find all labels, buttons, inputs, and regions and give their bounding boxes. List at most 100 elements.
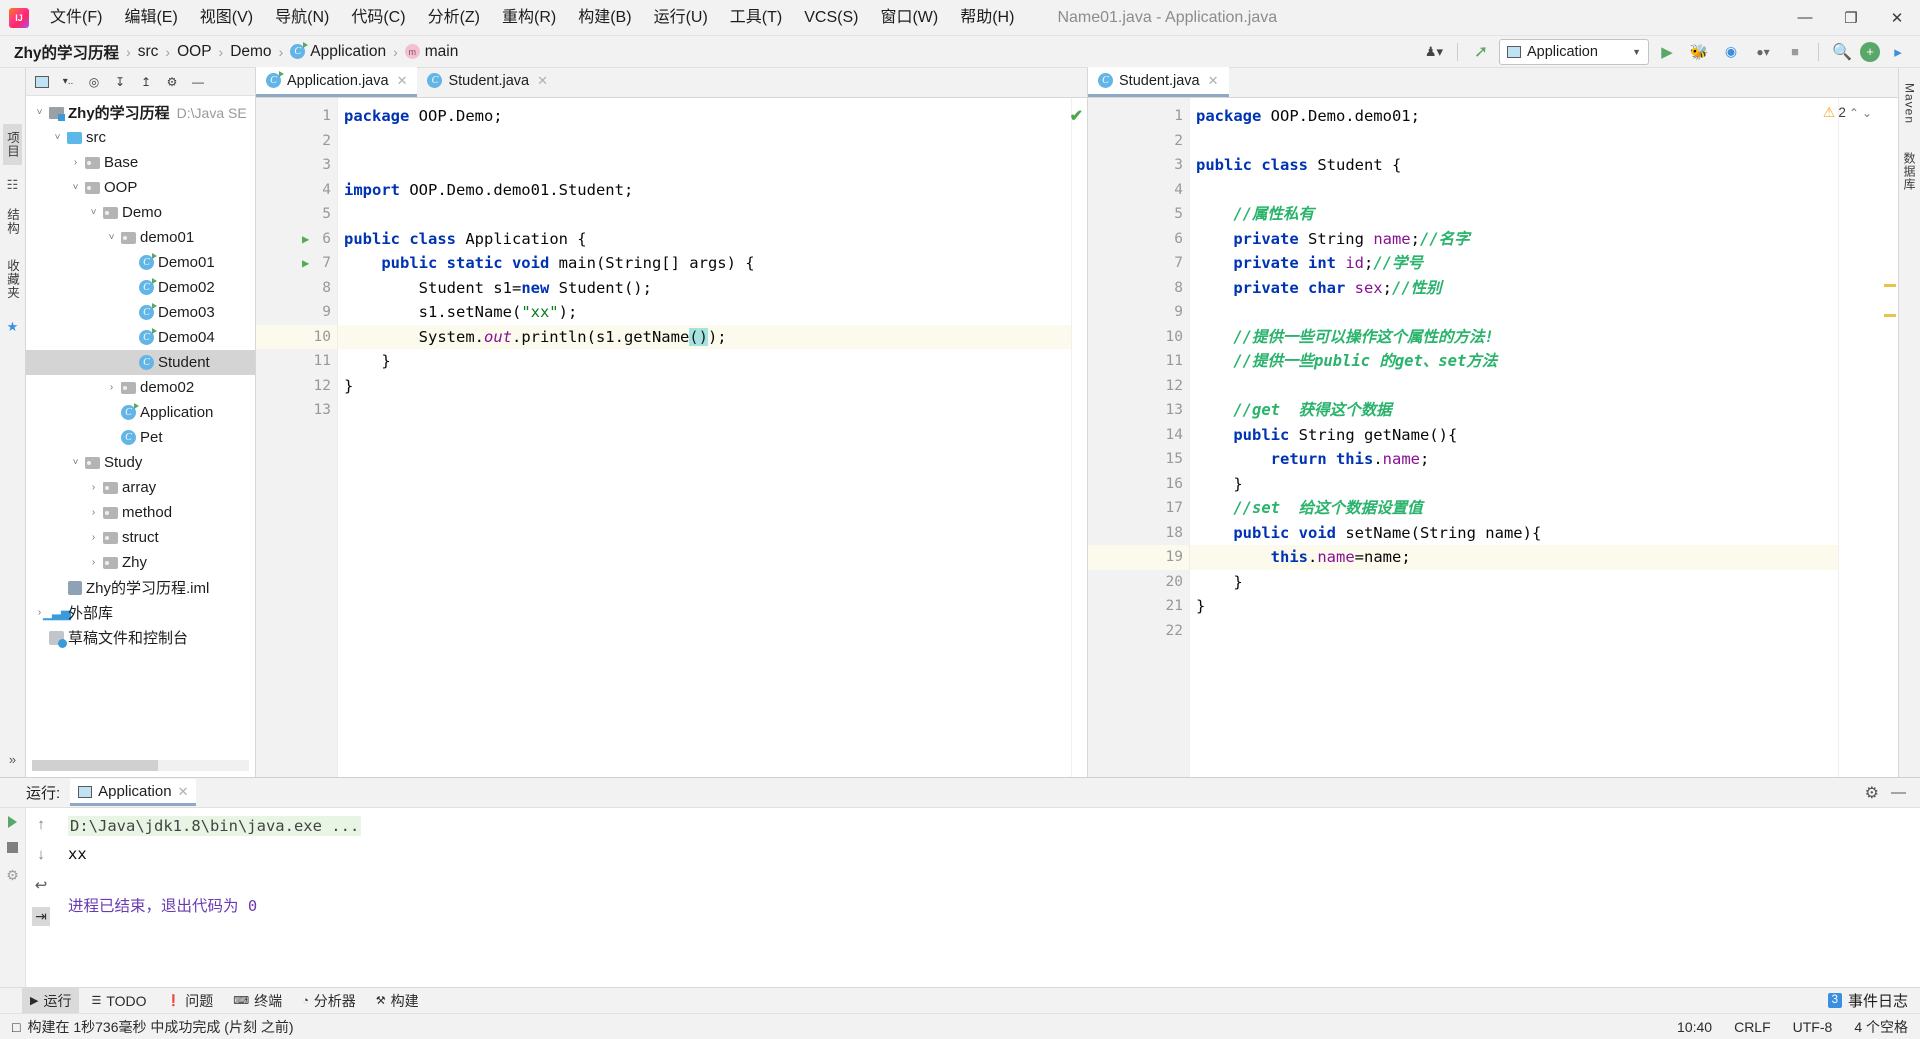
chevron-right-icon[interactable]: › — [86, 532, 101, 543]
code-line[interactable]: private String name;//名字 — [1190, 227, 1838, 252]
code-line[interactable]: public class Application { — [338, 227, 1071, 252]
gutter-line[interactable]: ▶ 6 — [256, 227, 337, 252]
gutter-line[interactable]: 5 — [1088, 202, 1189, 227]
gutter-line[interactable]: ╲11 — [1088, 349, 1201, 374]
tree-node[interactable]: › Base — [26, 150, 255, 175]
code-line[interactable]: } — [1190, 472, 1838, 497]
tree-node[interactable]: ˅ src — [26, 125, 255, 150]
marker-stripe-warning[interactable] — [1884, 284, 1896, 287]
stop-icon[interactable] — [7, 842, 18, 853]
gutter-line[interactable]: 2 — [256, 129, 337, 154]
locate-icon[interactable]: ◎ — [82, 71, 106, 93]
scroll-down-icon[interactable]: ↓ — [37, 846, 45, 863]
tree-node[interactable]: › array — [26, 475, 255, 500]
chevron-down-icon[interactable]: ⌄ — [1862, 106, 1872, 120]
tree-node[interactable]: C Demo02 — [26, 275, 255, 300]
statusbar-tool-build[interactable]: ⚒ 构建 — [368, 988, 427, 1014]
breadcrumb-item-demo[interactable]: Demo — [226, 41, 275, 63]
menu-tools[interactable]: 工具(T) — [719, 4, 793, 32]
tree-node[interactable]: C Application — [26, 400, 255, 425]
chevron-right-icon[interactable]: › — [86, 507, 101, 518]
menu-analyze[interactable]: 分析(Z) — [417, 4, 491, 32]
soft-wrap-icon[interactable]: ↩ — [35, 876, 48, 894]
code-line[interactable]: private char sex;//性别 — [1190, 276, 1838, 301]
close-button[interactable]: ✕ — [1874, 0, 1920, 36]
tree-node[interactable]: C Student — [26, 350, 255, 375]
source-code-left[interactable]: package OOP.Demo; import OOP.Demo.demo01… — [338, 98, 1071, 777]
code-line[interactable]: } — [1190, 594, 1838, 619]
hide-pane-icon[interactable]: — — [186, 71, 210, 93]
scroll-up-icon[interactable]: ↑ — [37, 816, 45, 833]
rerun-icon[interactable] — [8, 816, 17, 828]
gutter-line[interactable]: 7 — [1088, 251, 1189, 276]
breadcrumb-item-project[interactable]: Zhy的学习历程 — [10, 39, 123, 65]
code-line[interactable]: import OOP.Demo.demo01.Student; — [338, 178, 1071, 203]
breadcrumb-item-oop[interactable]: OOP — [173, 41, 215, 63]
tool-window-maven[interactable]: Maven — [1903, 76, 1917, 131]
updates-icon[interactable]: + — [1860, 41, 1880, 62]
code-line[interactable]: public class Student { — [1190, 153, 1838, 178]
gutter-line[interactable]: 1 — [1088, 104, 1189, 129]
tree-node[interactable]: C Pet — [26, 425, 255, 450]
gutter-line[interactable]: 10 — [256, 324, 337, 349]
tree-node[interactable]: C Demo04 — [26, 325, 255, 350]
source-code-right[interactable]: package OOP.Demo.demo01; public class St… — [1190, 98, 1838, 777]
run-configuration-selector[interactable]: Application ▼ — [1499, 38, 1649, 65]
menu-build[interactable]: 构建(B) — [567, 4, 642, 32]
gutter-line[interactable]: 21 — [1088, 594, 1189, 619]
gutter-line[interactable]: 22 — [1088, 619, 1189, 644]
run-gutter-icon[interactable]: ▶ — [302, 256, 309, 270]
code-line[interactable] — [1190, 619, 1838, 644]
menu-run[interactable]: 运行(U) — [643, 4, 719, 32]
gutter-line[interactable]: 3 — [1088, 153, 1189, 178]
tab-application-java[interactable]: C Application.java ✕ — [256, 67, 418, 97]
chevron-down-icon[interactable]: ˅ — [68, 457, 83, 468]
minimize-button[interactable]: — — [1782, 0, 1828, 36]
code-line[interactable]: package OOP.Demo.demo01; — [1190, 104, 1838, 129]
code-line[interactable] — [1190, 178, 1838, 203]
filter-icon[interactable]: ▾.. — [56, 71, 80, 93]
code-line[interactable] — [338, 398, 1071, 423]
statusbar-tool-terminal[interactable]: ⌨ 终端 — [225, 988, 290, 1014]
run-button[interactable]: ▶ — [1653, 39, 1681, 65]
code-line[interactable]: } — [338, 349, 1071, 374]
tab-student-java[interactable]: C Student.java ✕ — [417, 67, 558, 97]
tree-node[interactable]: ˅ OOP — [26, 175, 255, 200]
gutter-line[interactable]: 8 — [256, 276, 337, 301]
tool-window-favorites[interactable]: 收藏夹 — [3, 252, 22, 307]
expand-all-icon[interactable]: ↧ — [108, 71, 132, 93]
breadcrumb-item-main[interactable]: m main — [401, 41, 463, 63]
code-line[interactable]: public String getName(){ — [1190, 423, 1838, 448]
tab-student-java-right[interactable]: C Student.java ✕ — [1088, 67, 1229, 97]
gutter-line[interactable]: 13 — [1088, 398, 1189, 423]
tree-node[interactable]: C Demo01 — [26, 250, 255, 275]
favorites-star-icon[interactable]: ★ — [7, 319, 19, 335]
chevron-right-icon[interactable]: › — [86, 557, 101, 568]
tree-node[interactable]: C Demo03 — [26, 300, 255, 325]
chevron-right-icon[interactable]: › — [86, 482, 101, 493]
gutter-line[interactable]: ╲16 — [1088, 472, 1201, 497]
settings-gear-icon[interactable]: ⚙ — [1865, 783, 1879, 803]
tree-node[interactable]: › demo02 — [26, 375, 255, 400]
breadcrumb-item-application[interactable]: C Application — [286, 41, 390, 63]
maximize-button[interactable]: ❐ — [1828, 0, 1874, 36]
menu-edit[interactable]: 编辑(E) — [113, 4, 188, 32]
tool-window-project[interactable]: 项目 — [3, 124, 22, 165]
expand-rail-icon[interactable]: » — [9, 752, 16, 767]
gutter-line[interactable]: 12 — [256, 374, 337, 399]
code-line[interactable]: } — [338, 374, 1071, 399]
settings-gear-icon[interactable]: ⚙ — [160, 71, 184, 93]
close-icon[interactable]: ✕ — [537, 73, 548, 89]
statusbar-tool-profiler[interactable]: ◔ 分析器 — [294, 988, 364, 1014]
line-number-gutter-left[interactable]: 12345▶6▶╲78910╲111213 — [256, 98, 348, 777]
tree-node[interactable]: Zhy的学习历程.iml — [26, 575, 255, 600]
gutter-line[interactable]: 6 — [1088, 227, 1189, 252]
gutter-line[interactable]: 19 — [1088, 545, 1189, 570]
chevron-down-icon[interactable]: ˅ — [32, 107, 47, 118]
close-icon[interactable]: ✕ — [1208, 73, 1219, 89]
status-message[interactable]: □ 构建在 1秒736毫秒 中成功完成 (片刻 之前) — [12, 1017, 294, 1037]
code-line[interactable]: Student s1=new Student(); — [338, 276, 1071, 301]
menu-code[interactable]: 代码(C) — [340, 4, 416, 32]
run-with-coverage-button[interactable]: ◉ — [1717, 39, 1745, 65]
code-line[interactable]: this.name=name; — [1190, 545, 1838, 570]
